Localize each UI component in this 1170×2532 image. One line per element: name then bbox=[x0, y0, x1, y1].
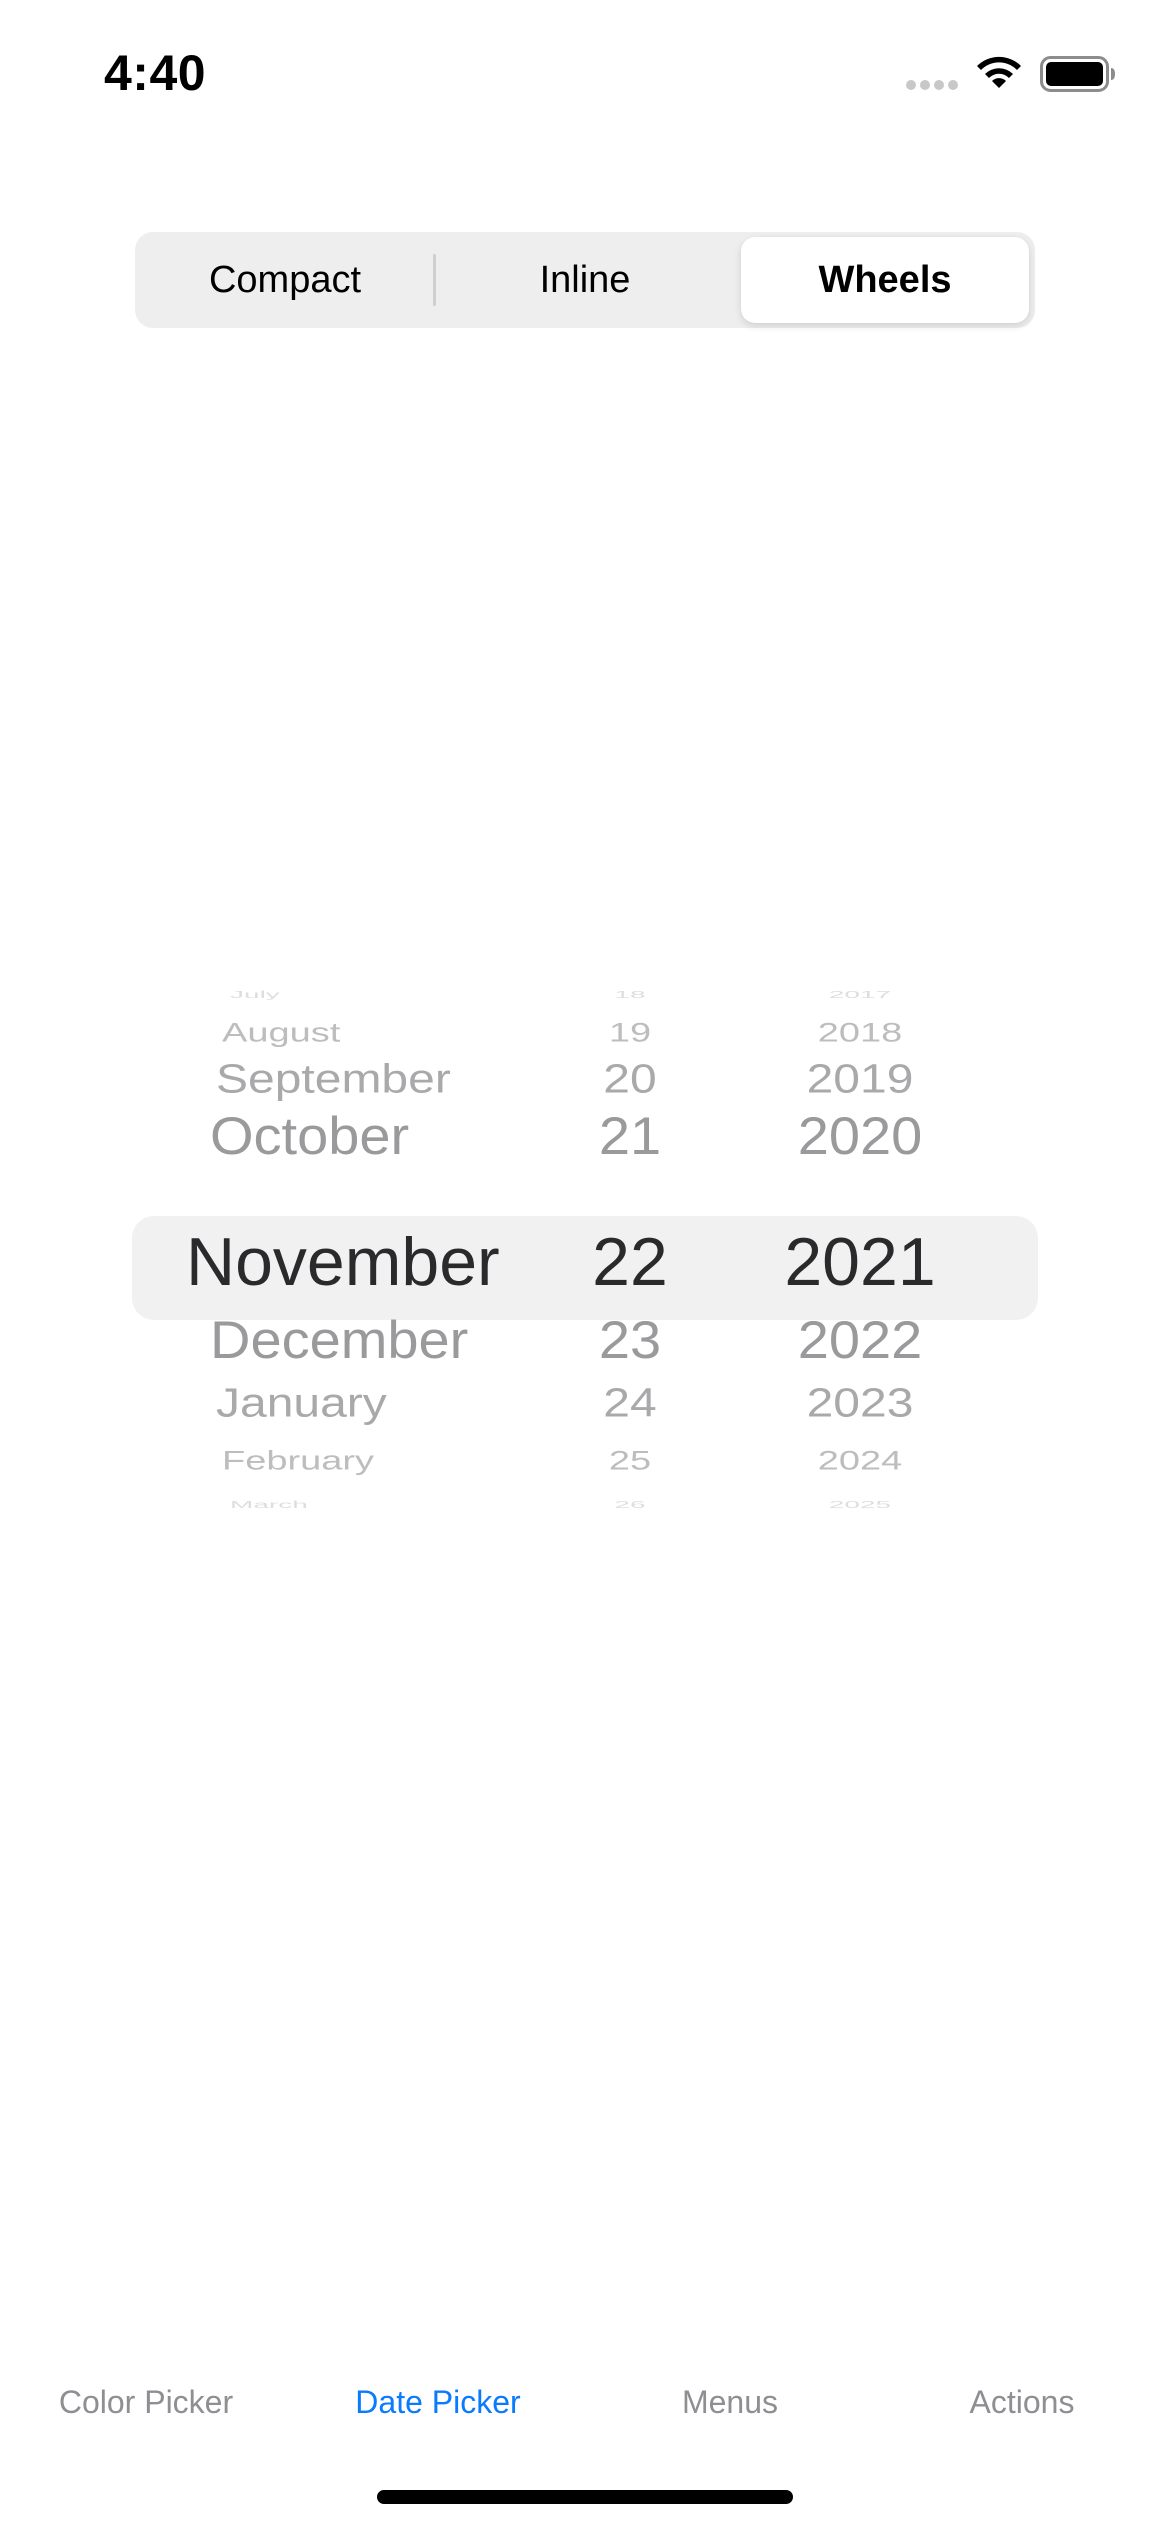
tab-bar: Color Picker Date Picker Menus Actions bbox=[0, 2360, 1170, 2460]
month-item[interactable]: January bbox=[130, 1383, 560, 1425]
month-item[interactable]: December bbox=[130, 1313, 560, 1366]
tab-date-picker[interactable]: Date Picker bbox=[292, 2384, 584, 2421]
segment-wheels[interactable]: Wheels bbox=[741, 237, 1029, 323]
status-bar: 4:40 bbox=[0, 0, 1170, 150]
day-item[interactable]: 23 bbox=[560, 1313, 700, 1366]
cellular-signal-icon bbox=[906, 80, 960, 92]
year-wheel[interactable]: 2017 2018 2019 2020 2021 2022 2023 2024 … bbox=[720, 990, 1000, 1530]
month-item[interactable]: October bbox=[130, 1109, 560, 1162]
month-wheel[interactable]: July August September October November D… bbox=[130, 990, 560, 1530]
year-item[interactable]: 2022 bbox=[720, 1313, 1000, 1366]
day-item[interactable]: 18 bbox=[560, 990, 700, 1000]
month-item[interactable]: September bbox=[130, 1059, 560, 1101]
battery-icon bbox=[1040, 56, 1115, 92]
year-item[interactable]: 2024 bbox=[720, 1448, 1000, 1475]
year-item[interactable]: 2017 bbox=[720, 990, 1000, 1000]
year-item[interactable]: 2019 bbox=[720, 1059, 1000, 1101]
year-item[interactable]: 2020 bbox=[720, 1109, 1000, 1162]
tab-menus[interactable]: Menus bbox=[584, 2384, 876, 2421]
segment-inline[interactable]: Inline bbox=[435, 232, 735, 328]
day-item[interactable]: 25 bbox=[560, 1448, 700, 1475]
day-item-selected[interactable]: 22 bbox=[560, 1228, 700, 1296]
day-item[interactable]: 19 bbox=[560, 1020, 700, 1047]
day-item[interactable]: 21 bbox=[560, 1109, 700, 1162]
month-item[interactable]: February bbox=[130, 1448, 560, 1475]
year-item-selected[interactable]: 2021 bbox=[720, 1228, 1000, 1296]
picker-style-segmented-control: Compact Inline Wheels bbox=[135, 232, 1035, 328]
year-item[interactable]: 2018 bbox=[720, 1020, 1000, 1047]
month-item-selected[interactable]: November bbox=[130, 1228, 560, 1296]
month-item[interactable]: March bbox=[130, 1500, 560, 1510]
wheel-date-picker: July August September October November D… bbox=[130, 990, 1040, 1530]
day-item[interactable]: 26 bbox=[560, 1500, 700, 1510]
day-item[interactable]: 20 bbox=[560, 1059, 700, 1101]
year-item[interactable]: 2023 bbox=[720, 1383, 1000, 1425]
year-item[interactable]: 2025 bbox=[720, 1500, 1000, 1510]
segment-compact[interactable]: Compact bbox=[135, 232, 435, 328]
home-indicator[interactable] bbox=[377, 2490, 793, 2504]
day-wheel[interactable]: 18 19 20 21 22 23 24 25 26 bbox=[560, 990, 700, 1530]
month-item[interactable]: August bbox=[130, 1020, 560, 1047]
status-time: 4:40 bbox=[104, 45, 207, 101]
tab-color-picker[interactable]: Color Picker bbox=[0, 2384, 292, 2421]
tab-actions[interactable]: Actions bbox=[876, 2384, 1168, 2421]
wifi-icon bbox=[977, 56, 1021, 88]
month-item[interactable]: July bbox=[130, 990, 560, 1000]
day-item[interactable]: 24 bbox=[560, 1383, 700, 1425]
